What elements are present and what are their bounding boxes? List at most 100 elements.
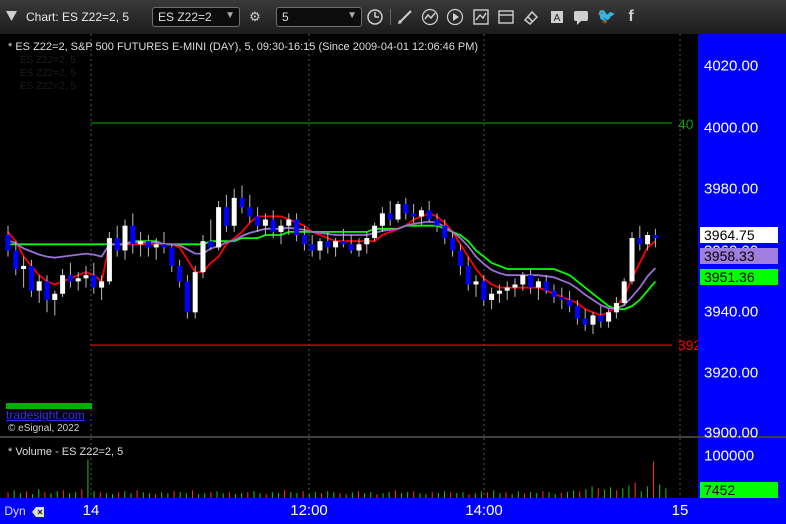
candle-body <box>528 275 534 288</box>
level-green-label: 40 <box>678 116 694 132</box>
comment-icon[interactable] <box>572 8 590 26</box>
candle-body <box>28 265 34 291</box>
candle-body <box>216 207 222 248</box>
candle-body <box>239 197 245 208</box>
interval-value: 5 <box>282 10 289 24</box>
candle-body <box>184 281 190 313</box>
candle-body <box>13 250 19 270</box>
watermark-text: tradesight.com <box>6 408 85 422</box>
study-legend-2: ES Z22=2, 5 <box>20 68 76 79</box>
interval-clock-icon[interactable] <box>366 8 384 26</box>
candle-body <box>434 219 440 226</box>
draw-tool-icon[interactable] <box>396 8 414 26</box>
candle-body <box>278 225 284 232</box>
candle-body <box>200 241 206 273</box>
candle-body <box>44 281 50 300</box>
candle-body <box>613 303 619 313</box>
study-legend-1: ES Z22=2, 5 <box>20 55 76 66</box>
candle-body <box>208 241 214 248</box>
facebook-icon[interactable]: f <box>622 8 640 26</box>
chevron-down-icon: ▼ <box>225 10 235 21</box>
candle-body <box>512 284 518 288</box>
candle-body <box>606 312 612 322</box>
candle-body <box>270 219 276 232</box>
studies-icon[interactable] <box>472 8 490 26</box>
price-axis[interactable]: 4020.00 4000.00 3980.00 3960.00 3940.00 … <box>698 34 786 442</box>
candle-body <box>379 213 385 226</box>
candle-body <box>262 219 268 226</box>
text-tool-icon[interactable]: A <box>548 8 566 26</box>
dynamic-scale-toggle[interactable]: Dyn <box>4 504 25 518</box>
study-legend-3: ES Z22=2, 5 <box>20 81 76 92</box>
candle-body <box>559 296 565 300</box>
candle-body <box>567 299 573 307</box>
candle-body <box>145 241 151 248</box>
settings-icon[interactable]: ⚙ <box>246 8 264 26</box>
candle-body <box>231 197 237 226</box>
candle-body <box>309 244 315 251</box>
watermark-logo: tradesight.com <box>6 403 92 422</box>
price-tick: 4000.00 <box>704 119 759 137</box>
replay-icon[interactable] <box>446 8 464 26</box>
time-axis[interactable]: Dyn 14 12:00 14:00 15 <box>0 498 786 524</box>
candle-body <box>75 278 81 282</box>
menu-arrow-icon[interactable] <box>5 9 18 23</box>
candle-body <box>652 235 658 239</box>
candle-body <box>629 238 635 282</box>
last-price-tag: 3964.75 <box>700 227 778 243</box>
candle-body <box>411 213 417 217</box>
candle-body <box>325 241 331 248</box>
candle-body <box>340 241 346 245</box>
candle-body <box>223 207 229 226</box>
price-pane[interactable]: * ES Z22=2, S&P 500 FUTURES E-MINI (DAY)… <box>0 34 701 436</box>
candle-body <box>286 219 292 226</box>
candle-body <box>364 238 370 245</box>
candle-body <box>99 281 105 288</box>
candle-body <box>372 225 378 239</box>
candle-body <box>450 238 456 251</box>
candle-body <box>465 265 471 285</box>
candle-body <box>122 225 128 251</box>
layout-icon[interactable] <box>497 8 515 26</box>
candle-body <box>598 315 604 322</box>
delete-icon[interactable] <box>31 505 45 517</box>
time-label-1400: 14:00 <box>465 502 503 519</box>
volume-header: * Volume - ES Z22=2, 5 <box>8 446 124 458</box>
candle-body <box>481 281 487 300</box>
candle-body <box>489 293 495 300</box>
volume-pane[interactable]: * Volume - ES Z22=2, 5 <box>0 438 698 498</box>
interval-combo[interactable]: 5 ▼ <box>276 7 362 27</box>
volume-axis[interactable]: 100000 7452 <box>698 438 786 498</box>
candle-body <box>161 244 167 248</box>
candle-body <box>91 275 97 288</box>
candle-body <box>83 275 89 279</box>
toolbar-separator <box>390 9 391 25</box>
candle-body <box>590 315 596 325</box>
candle-body <box>621 281 627 304</box>
line-tool-icon[interactable] <box>421 8 439 26</box>
time-label-noon: 12:00 <box>290 502 328 519</box>
candle-body <box>67 275 73 282</box>
candle-body <box>637 238 643 245</box>
chart-toolbar: Chart: ES Z22=2, 5 ES Z22=2 ▼ ⚙ 5 ▼ A 🐦 … <box>0 0 786 35</box>
price-tick: 3940.00 <box>704 303 759 321</box>
candle-body <box>395 204 401 220</box>
volume-current-tag: 7452 <box>700 482 778 498</box>
candle-body <box>457 250 463 266</box>
candle-body <box>574 306 580 319</box>
price-chart[interactable] <box>0 34 698 436</box>
candle-body <box>356 244 362 251</box>
window-title: Chart: ES Z22=2, 5 <box>26 10 130 24</box>
symbol-combo[interactable]: ES Z22=2 ▼ <box>152 7 240 27</box>
candle-body <box>36 281 42 291</box>
candle-body <box>403 204 409 214</box>
candle-body <box>442 225 448 239</box>
twitter-icon[interactable]: 🐦 <box>597 8 616 26</box>
candle-body <box>582 318 588 325</box>
eraser-icon[interactable] <box>522 8 540 26</box>
candle-body <box>317 241 323 251</box>
candle-body <box>301 235 307 245</box>
green-ma-price-tag: 3951.36 <box>700 269 778 285</box>
candle-body <box>496 290 502 294</box>
candle-body <box>333 241 339 248</box>
